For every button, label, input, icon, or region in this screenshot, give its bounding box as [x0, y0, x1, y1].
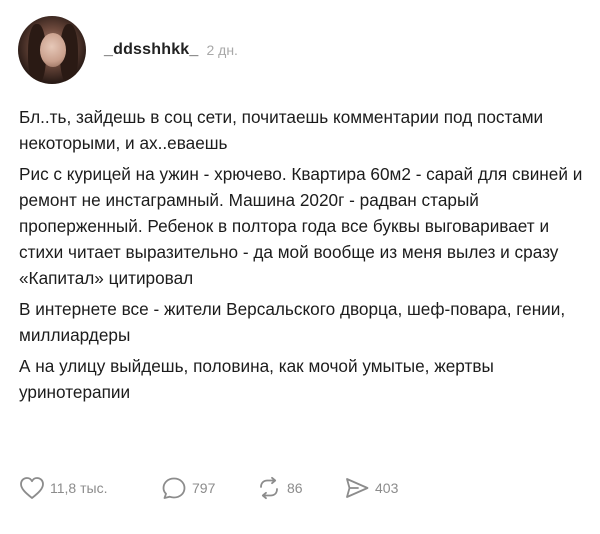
like-button[interactable]: 11,8 тыс. [19, 476, 161, 500]
heart-icon [19, 476, 45, 500]
post-paragraph-2: Рис с курицей на ужин - хрючево. Квартир… [19, 164, 583, 288]
send-icon [344, 476, 370, 500]
repost-button[interactable]: 86 [256, 476, 344, 500]
action-bar: 11,8 тыс. 797 86 403 [19, 474, 424, 502]
share-count: 403 [375, 480, 399, 496]
comment-count: 797 [192, 480, 216, 496]
repost-icon [256, 476, 282, 500]
post-paragraph-1: Бл..ть, зайдешь в соц сети, почитаешь ко… [19, 107, 544, 153]
avatar[interactable] [18, 16, 86, 84]
post-paragraph-4: А на улицу выйдешь, половина, как мочой … [19, 356, 494, 402]
share-button[interactable]: 403 [344, 476, 424, 500]
username-link[interactable]: _ddsshhkk_ [104, 41, 198, 59]
post-header: _ddsshhkk_ 2 дн. [18, 15, 238, 85]
like-count: 11,8 тыс. [50, 480, 108, 496]
comment-bubble-icon [161, 476, 187, 500]
post-body: Бл..ть, зайдешь в соц сети, почитаешь ко… [19, 104, 584, 410]
post-paragraph-3: В интернете все - жители Версальского дв… [19, 299, 566, 345]
avatar-face [40, 33, 66, 67]
post-timestamp: 2 дн. [206, 42, 238, 58]
thread-post: _ddsshhkk_ 2 дн. Бл..ть, зайдешь в соц с… [0, 0, 600, 534]
repost-count: 86 [287, 480, 303, 496]
comment-button[interactable]: 797 [161, 476, 256, 500]
